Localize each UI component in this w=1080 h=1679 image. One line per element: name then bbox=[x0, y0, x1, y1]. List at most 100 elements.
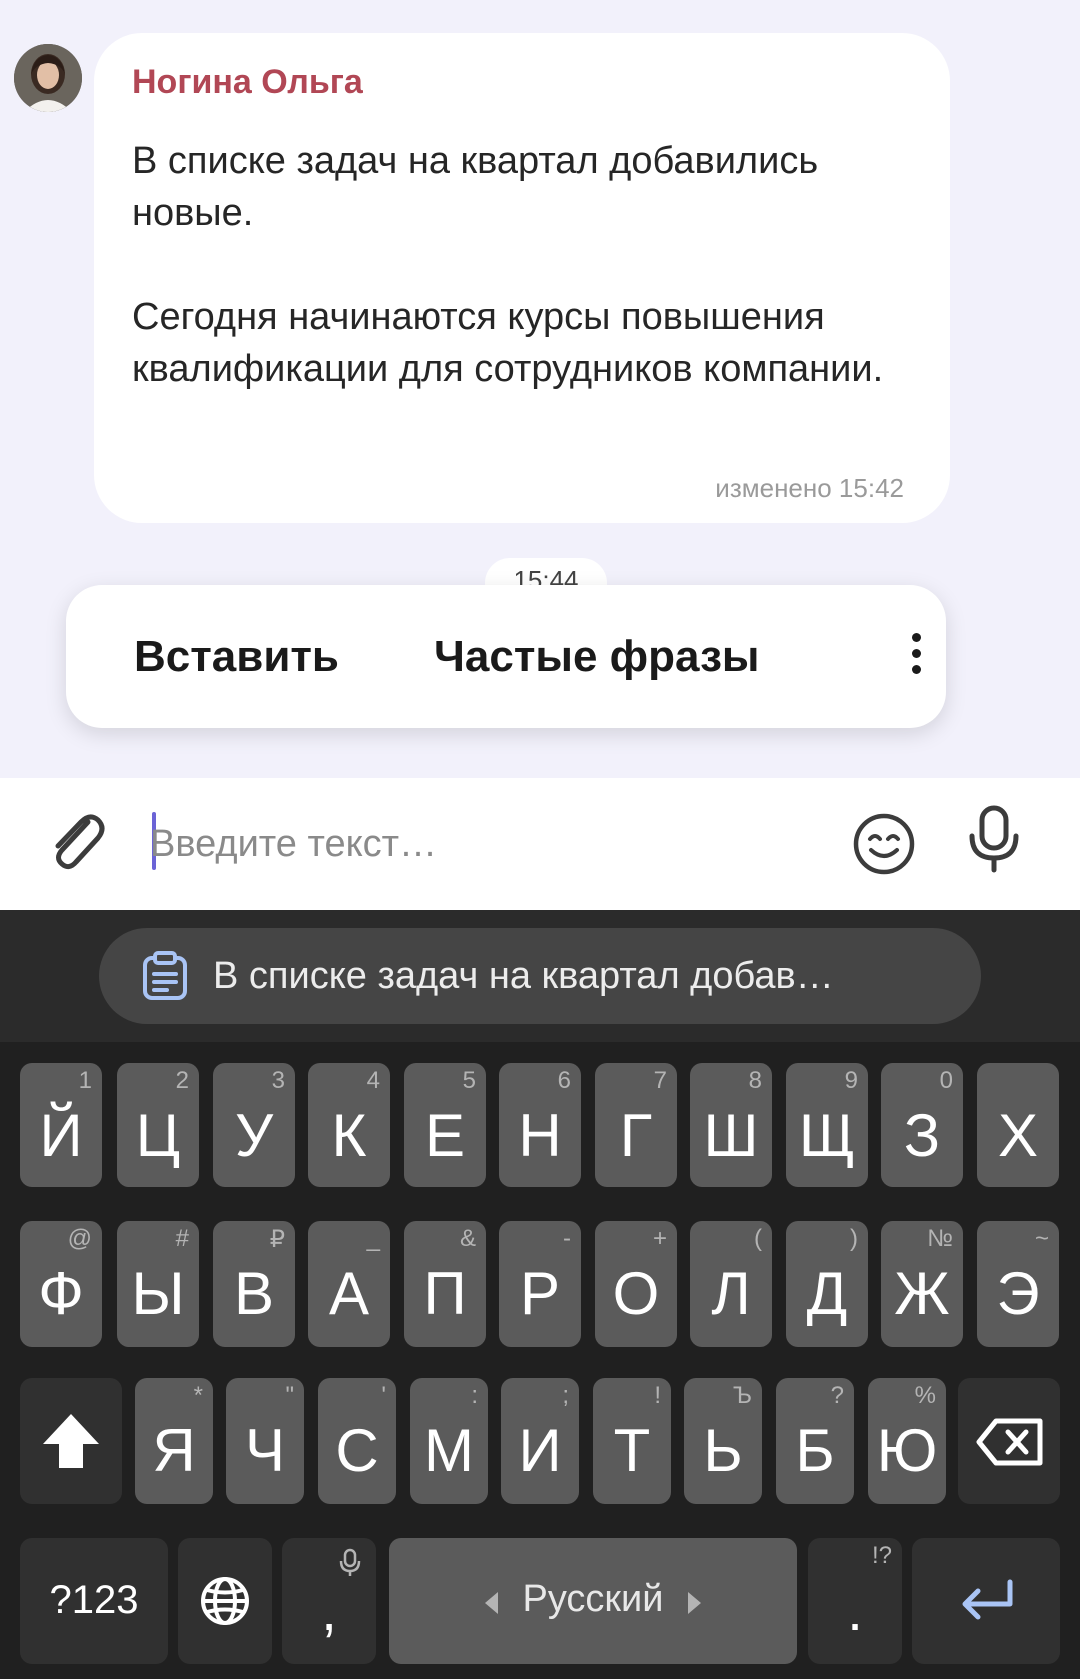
key-label: З bbox=[903, 1102, 941, 1169]
message-paragraph: В списке задач на квартал добавились нов… bbox=[132, 140, 819, 234]
edited-timestamp: изменено 15:42 bbox=[715, 473, 904, 503]
key-hint: # bbox=[175, 1225, 189, 1252]
key-label: Й bbox=[39, 1102, 83, 1169]
key-letter[interactable]: № Ж bbox=[881, 1221, 963, 1347]
message-bubble[interactable]: Ногина Ольга В списке задач на квартал д… bbox=[94, 33, 950, 523]
backspace-icon bbox=[976, 1418, 1044, 1471]
enter-key[interactable] bbox=[912, 1538, 1060, 1664]
key-letter[interactable]: + О bbox=[595, 1221, 677, 1347]
key-letter[interactable]: # Ы bbox=[117, 1221, 199, 1347]
key-hint: : bbox=[471, 1382, 478, 1409]
key-label: У bbox=[234, 1102, 274, 1169]
key-letter[interactable]: ' С bbox=[318, 1378, 396, 1504]
clipboard-suggestion-chip[interactable]: В списке задач на квартал добав… bbox=[99, 928, 981, 1024]
key-label: Я bbox=[152, 1417, 196, 1484]
key-hint: 9 bbox=[844, 1067, 858, 1094]
key-hint: _ bbox=[366, 1225, 380, 1252]
key-label: Ч bbox=[245, 1417, 285, 1484]
key-letter[interactable]: 8Ш bbox=[690, 1063, 772, 1187]
clipboard-icon bbox=[139, 950, 191, 1007]
key-label: Ю bbox=[876, 1417, 938, 1484]
smile-icon[interactable] bbox=[852, 812, 916, 881]
key-letter[interactable]: 1Й bbox=[20, 1063, 102, 1187]
key-hint: + bbox=[652, 1225, 667, 1252]
key-letter[interactable]: 6Н bbox=[499, 1063, 581, 1187]
more-vertical-icon[interactable] bbox=[906, 633, 926, 683]
key-hint: ( bbox=[754, 1225, 762, 1252]
key-letter[interactable]: (Л bbox=[690, 1221, 772, 1347]
key-letter[interactable]: @ Ф bbox=[20, 1221, 102, 1347]
key-letter[interactable]: 0З bbox=[881, 1063, 963, 1187]
key-hint: 1 bbox=[78, 1067, 92, 1094]
comma-key[interactable]: , bbox=[282, 1538, 376, 1664]
key-letter[interactable]: _ А bbox=[308, 1221, 390, 1347]
key-hint: " bbox=[285, 1382, 294, 1409]
paste-button[interactable]: Вставить bbox=[134, 585, 339, 728]
shift-arrow-icon bbox=[41, 1412, 101, 1475]
key-letter[interactable]: ) Д bbox=[786, 1221, 868, 1347]
key-hint: ; bbox=[562, 1382, 569, 1409]
message-paragraph: Сегодня начинаются курсы повышения квали… bbox=[132, 296, 884, 390]
key-label: Г bbox=[619, 1102, 653, 1169]
key-label: Ы bbox=[131, 1260, 185, 1327]
language-key[interactable] bbox=[178, 1538, 272, 1664]
avatar[interactable] bbox=[14, 44, 82, 112]
key-letter[interactable]: " Ч bbox=[226, 1378, 304, 1504]
key-letter[interactable]: ₽ В bbox=[213, 1221, 295, 1347]
backspace-key[interactable] bbox=[958, 1378, 1060, 1504]
key-label: Ш bbox=[703, 1102, 759, 1169]
sender-name[interactable]: Ногина Ольга bbox=[132, 63, 363, 102]
key-label: М bbox=[424, 1417, 474, 1484]
key-label: Х bbox=[997, 1102, 1039, 1169]
key-letter[interactable]: 2Ц bbox=[117, 1063, 199, 1187]
key-label: Е bbox=[424, 1102, 466, 1169]
key-hint: Ъ bbox=[733, 1382, 752, 1409]
key-hint: % bbox=[914, 1382, 936, 1409]
key-letter[interactable]: * Я bbox=[135, 1378, 213, 1504]
key-label: П bbox=[423, 1260, 467, 1327]
key-label: Ф bbox=[38, 1260, 84, 1327]
microphone-icon[interactable] bbox=[966, 804, 1022, 881]
key-letter[interactable]: :М bbox=[410, 1378, 488, 1504]
message-input[interactable]: Введите текст… bbox=[150, 806, 790, 882]
key-letter[interactable]: 9Щ bbox=[786, 1063, 868, 1187]
context-menu-popup: Вставить Частые фразы bbox=[66, 585, 946, 728]
key-hint: 4 bbox=[366, 1067, 380, 1094]
chevron-right-icon bbox=[688, 1592, 701, 1614]
key-letter[interactable]: 5Е bbox=[404, 1063, 486, 1187]
key-hint: 0 bbox=[939, 1067, 953, 1094]
key-letter[interactable]: 4К bbox=[308, 1063, 390, 1187]
shift-key[interactable] bbox=[20, 1378, 122, 1504]
period-key[interactable]: !? . bbox=[808, 1538, 902, 1664]
space-language-label: Русский bbox=[522, 1578, 664, 1620]
key-letter[interactable]: ! Т bbox=[593, 1378, 671, 1504]
key-hint: ' bbox=[381, 1382, 386, 1409]
key-label: В bbox=[233, 1260, 275, 1327]
key-letter[interactable]: ЪЬ bbox=[684, 1378, 762, 1504]
key-hint: ~ bbox=[1034, 1225, 1049, 1252]
space-key[interactable]: Русский bbox=[389, 1538, 797, 1664]
key-label: Ж bbox=[894, 1260, 950, 1327]
key-letter[interactable]: Х bbox=[977, 1063, 1059, 1187]
key-hint: 8 bbox=[748, 1067, 762, 1094]
key-letter[interactable]: 7Г bbox=[595, 1063, 677, 1187]
key-letter[interactable]: ~ Э bbox=[977, 1221, 1059, 1347]
key-label: Б bbox=[795, 1417, 835, 1484]
key-letter[interactable]: ; И bbox=[501, 1378, 579, 1504]
key-letter[interactable]: & П bbox=[404, 1221, 486, 1347]
key-label: Ц bbox=[135, 1102, 181, 1169]
frequent-phrases-button[interactable]: Частые фразы bbox=[434, 585, 760, 728]
key-hint: 6 bbox=[557, 1067, 571, 1094]
key-letter[interactable]: % Ю bbox=[868, 1378, 946, 1504]
key-label: Л bbox=[711, 1260, 751, 1327]
key-hint: 2 bbox=[175, 1067, 189, 1094]
key-label: К bbox=[331, 1102, 367, 1169]
key-hint: 5 bbox=[462, 1067, 476, 1094]
symbols-key[interactable]: ?123 bbox=[20, 1538, 168, 1664]
paperclip-icon[interactable] bbox=[46, 808, 108, 881]
key-letter[interactable]: 3У bbox=[213, 1063, 295, 1187]
key-label: . bbox=[847, 1579, 863, 1642]
key-letter[interactable]: -Р bbox=[499, 1221, 581, 1347]
key-letter[interactable]: ? Б bbox=[776, 1378, 854, 1504]
key-label: Щ bbox=[798, 1102, 856, 1169]
